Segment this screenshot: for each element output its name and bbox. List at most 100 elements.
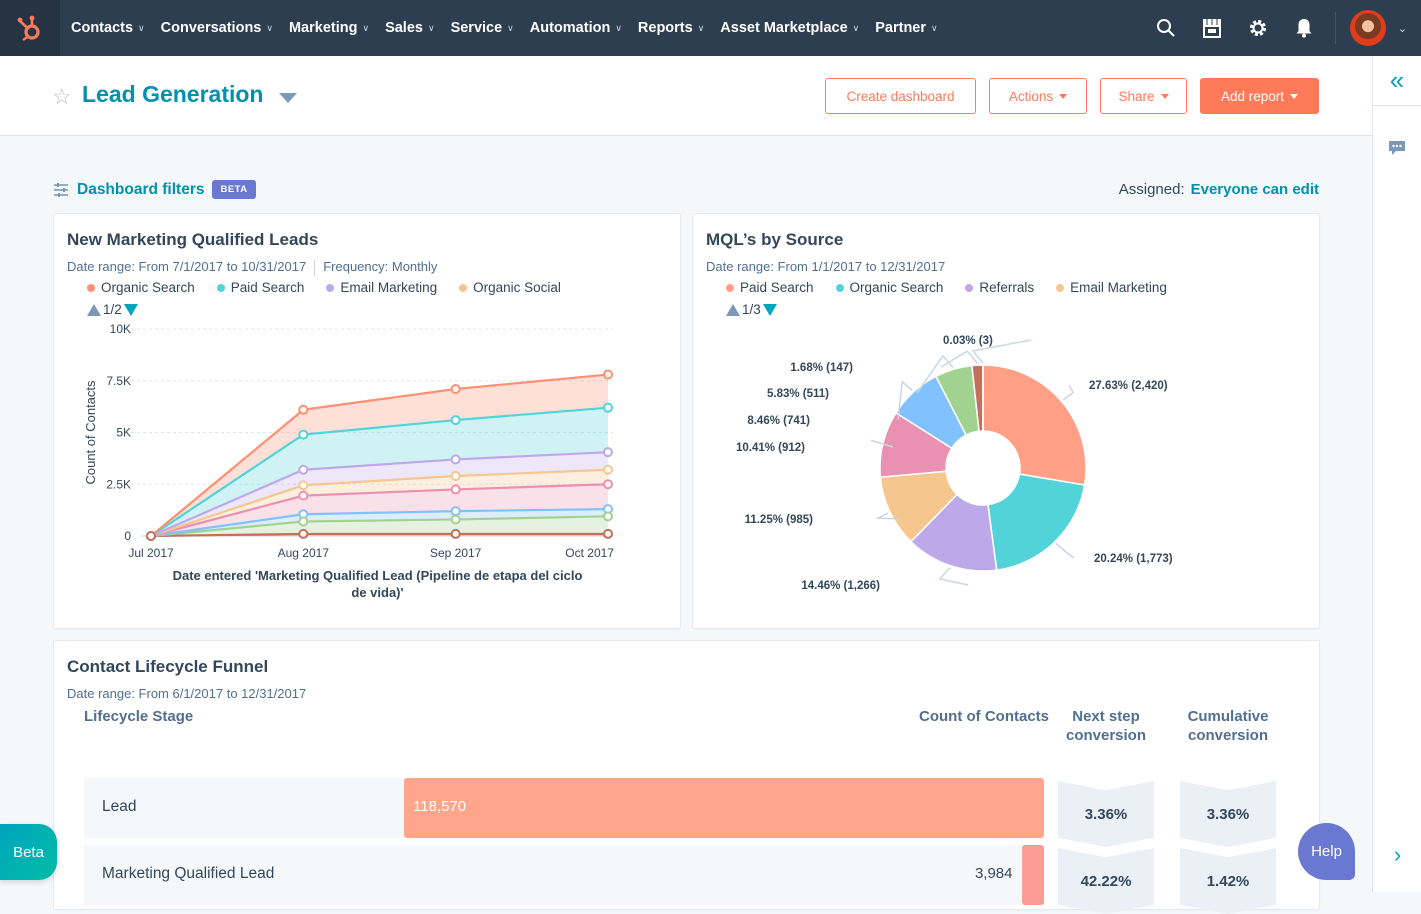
nav-item-label: Sales [385,20,423,36]
favorite-star-icon[interactable]: ☆ [52,84,72,110]
data-point[interactable] [299,492,307,500]
funnel-bar[interactable] [1022,845,1044,905]
data-point[interactable] [452,507,460,515]
chevron-down-icon: ∨ [931,23,938,34]
slice-leader-line [1063,385,1073,400]
nav-item-label: Service [451,20,503,36]
nav-item-service[interactable]: Service∨ [451,20,514,36]
beta-feedback-button[interactable]: Beta [0,824,57,880]
nav-item-sales[interactable]: Sales∨ [385,20,435,36]
settings-icon[interactable] [1235,0,1281,56]
funnel-row: Lead118,570 [84,778,1044,838]
donut-slice[interactable] [983,365,1086,485]
marketplace-icon[interactable] [1189,0,1235,56]
cumulative-conversion-cell: 3.36% [1180,781,1276,847]
collapse-sidebar-icon[interactable]: « [1373,56,1421,106]
y-axis-label: Count of Contacts [83,380,98,485]
slice-data-label: 10.41% (912) [736,442,805,454]
data-point[interactable] [452,472,460,480]
x-tick-label: Jul 2017 [128,546,174,560]
funnel-bar[interactable] [404,778,1044,838]
area-chart: 02.5K5K7.5K10KJul 2017Aug 2017Sep 2017Oc… [54,214,682,630]
data-point[interactable] [604,466,612,474]
data-point[interactable] [604,480,612,488]
slice-data-label: 14.46% (1,266) [801,580,880,592]
nav-item-partner[interactable]: Partner∨ [875,20,937,36]
data-point[interactable] [299,518,307,526]
caret-down-icon [1290,94,1298,99]
expand-chevron-right-icon[interactable]: › [1373,842,1421,868]
chevron-down-icon: ∨ [266,23,273,34]
assigned-info: Assigned:Everyone can edit [1119,181,1319,198]
chevron-down-icon: ∨ [615,23,622,34]
data-point[interactable] [299,431,307,439]
report-title[interactable]: Contact Lifecycle Funnel [67,657,268,677]
user-avatar[interactable] [1350,10,1386,46]
nav-item-label: Contacts [71,20,133,36]
data-point[interactable] [452,515,460,523]
filter-sliders-icon [53,183,69,197]
data-point[interactable] [299,466,307,474]
notifications-icon[interactable] [1281,0,1327,56]
nav-item-marketing[interactable]: Marketing ∨ [289,20,369,36]
nav-item-label: Asset Marketplace [720,20,847,36]
actions-button[interactable]: Actions [989,78,1087,114]
share-button[interactable]: Share [1100,78,1187,114]
slice-leader-line [940,568,968,585]
nav-item-contacts[interactable]: Contacts ∨ [71,20,145,36]
data-point[interactable] [604,512,612,520]
beta-badge: BETA [212,180,255,199]
dashboard-filters-label[interactable]: Dashboard filters [77,181,204,199]
top-nav: Contacts∨Conversations∨Marketing∨Sales∨S… [0,0,1421,56]
slice-leader-line [1056,543,1074,558]
data-point[interactable] [452,385,460,393]
y-tick-label: 10K [110,322,131,336]
x-tick-label: Oct 2017 [565,546,614,560]
nav-item-reports[interactable]: Reports ∨ [638,20,704,36]
data-point[interactable] [604,404,612,412]
data-point[interactable] [452,530,460,538]
report-card-mqls-by-source: MQL’s by Source Date range: From 1/1/201… [692,213,1320,629]
create-dashboard-button[interactable]: Create dashboard [825,78,976,114]
data-point[interactable] [147,532,155,540]
caret-down-icon [1161,94,1169,99]
data-point[interactable] [452,455,460,463]
y-tick-label: 5K [116,426,131,440]
data-point[interactable] [452,485,460,493]
dashboard-filters[interactable]: Dashboard filters BETA [53,180,256,199]
report-card-lifecycle-funnel: Contact Lifecycle Funnel Date range: Fro… [53,640,1320,910]
nav-item-asset-marketplace[interactable]: Asset Marketplace ∨ [720,20,859,36]
data-point[interactable] [604,371,612,379]
assigned-value-link[interactable]: Everyone can edit [1191,181,1319,198]
create-dashboard-label: Create dashboard [846,89,954,104]
right-sidebar-rail: « › [1372,56,1421,892]
data-point[interactable] [299,530,307,538]
account-chevron-down-icon[interactable]: ⌄ [1398,22,1407,35]
comments-icon[interactable] [1373,140,1421,156]
data-point[interactable] [604,530,612,538]
cumulative-conversion-cell: 1.42% [1180,848,1276,914]
dashboard-switcher-caret-icon[interactable] [279,93,297,103]
data-point[interactable] [604,448,612,456]
data-point[interactable] [452,416,460,424]
data-point[interactable] [299,481,307,489]
nav-item-label: Conversations [161,20,262,36]
data-point[interactable] [299,406,307,414]
x-tick-label: Sep 2017 [430,546,482,560]
dashboard-title[interactable]: Lead Generation [82,81,263,108]
nav-divider [1335,12,1336,44]
nav-item-conversations[interactable]: Conversations ∨ [161,20,273,36]
nav-item-label: Marketing [289,20,358,36]
chevron-down-icon: ∨ [138,23,145,34]
nav-item-label: Reports [638,20,693,36]
chevron-down-icon: ∨ [362,23,369,34]
search-icon[interactable] [1143,0,1189,56]
help-button[interactable]: Help [1298,823,1355,880]
chevron-down-icon: ∨ [698,23,705,34]
chevron-down-icon: ∨ [853,23,860,34]
hubspot-logo[interactable] [0,0,60,56]
add-report-button[interactable]: Add report [1200,78,1319,114]
nav-item-automation[interactable]: Automation∨ [530,20,622,36]
slice-data-label: 1.68% (147) [790,362,853,374]
x-tick-label: Aug 2017 [278,546,330,560]
